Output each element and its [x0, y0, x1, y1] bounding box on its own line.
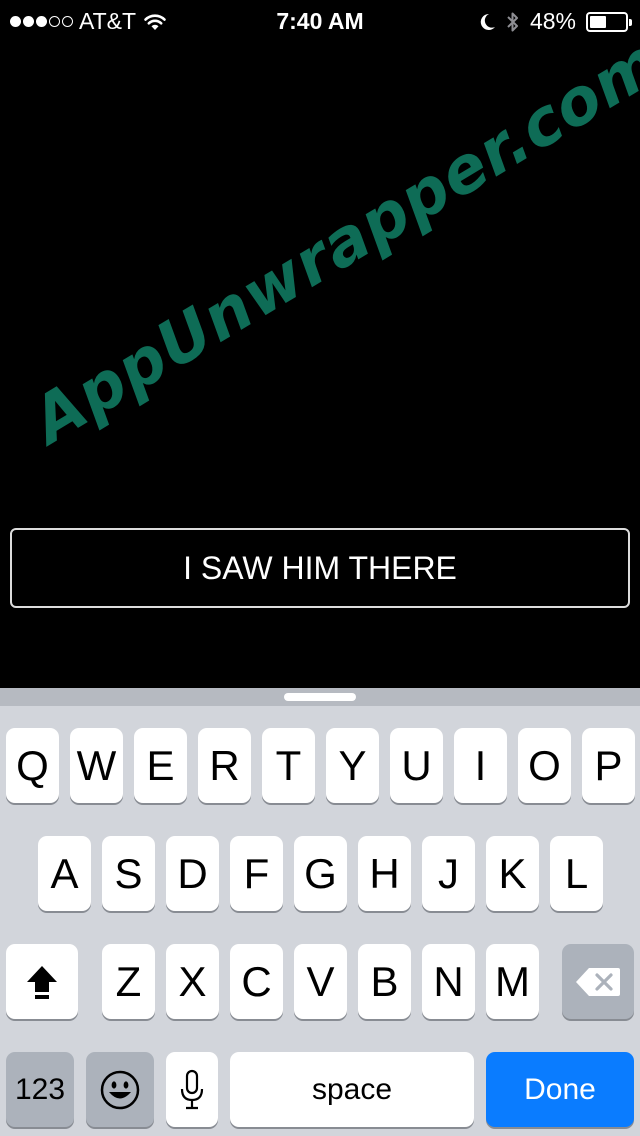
key-w[interactable]: W: [70, 728, 123, 803]
key-f[interactable]: F: [230, 836, 283, 911]
key-i[interactable]: I: [454, 728, 507, 803]
delete-key[interactable]: [562, 944, 634, 1019]
key-a[interactable]: A: [38, 836, 91, 911]
key-h[interactable]: H: [358, 836, 411, 911]
delete-icon: [576, 967, 620, 996]
key-t[interactable]: T: [262, 728, 315, 803]
key-y[interactable]: Y: [326, 728, 379, 803]
key-o[interactable]: O: [518, 728, 571, 803]
keyboard: Q W E R T Y U I O P A S D F G H J K L Z …: [0, 688, 640, 1136]
key-k[interactable]: K: [486, 836, 539, 911]
shift-icon: [27, 965, 57, 999]
battery-percent: 48%: [529, 8, 576, 34]
watermark: AppUnwrapper.com: [20, 24, 640, 459]
space-key-label: space: [311, 1072, 393, 1106]
key-b[interactable]: B: [358, 944, 411, 1019]
bluetooth-icon: [507, 12, 518, 31]
numbers-key-label: 123: [14, 1072, 66, 1106]
screen: AT&T 7:40 AM 48% AppUnwrapper.com I SAW …: [0, 0, 640, 1136]
keyboard-handle[interactable]: [284, 693, 356, 701]
key-n[interactable]: N: [422, 944, 475, 1019]
key-l[interactable]: L: [550, 836, 603, 911]
dictation-key[interactable]: [166, 1052, 218, 1127]
answer-text: I SAW HIM THERE: [183, 549, 457, 586]
key-z[interactable]: Z: [102, 944, 155, 1019]
moon-icon: [480, 13, 495, 30]
battery-level: [590, 15, 607, 28]
done-key-label: Done: [524, 1072, 596, 1106]
battery-icon: [586, 11, 632, 32]
key-c[interactable]: C: [230, 944, 283, 1019]
key-s[interactable]: S: [102, 836, 155, 911]
shift-key[interactable]: [6, 944, 78, 1019]
key-m[interactable]: M: [486, 944, 539, 1019]
microphone-icon: [180, 1069, 204, 1109]
emoji-key[interactable]: [86, 1052, 154, 1127]
key-x[interactable]: X: [166, 944, 219, 1019]
status-bar: AT&T 7:40 AM 48%: [0, 0, 640, 40]
key-g[interactable]: G: [294, 836, 347, 911]
emoji-icon: [100, 1070, 140, 1109]
answer-field[interactable]: I SAW HIM THERE: [10, 528, 630, 608]
space-key[interactable]: space: [230, 1052, 474, 1127]
key-p[interactable]: P: [582, 728, 635, 803]
battery-cap: [629, 18, 632, 26]
key-r[interactable]: R: [198, 728, 251, 803]
status-right: 48%: [478, 8, 632, 35]
keyboard-top-strip: [0, 688, 640, 706]
key-u[interactable]: U: [390, 728, 443, 803]
key-e[interactable]: E: [134, 728, 187, 803]
key-q[interactable]: Q: [6, 728, 59, 803]
key-v[interactable]: V: [294, 944, 347, 1019]
done-key[interactable]: Done: [486, 1052, 634, 1127]
key-j[interactable]: J: [422, 836, 475, 911]
numbers-key[interactable]: 123: [6, 1052, 74, 1127]
key-d[interactable]: D: [166, 836, 219, 911]
